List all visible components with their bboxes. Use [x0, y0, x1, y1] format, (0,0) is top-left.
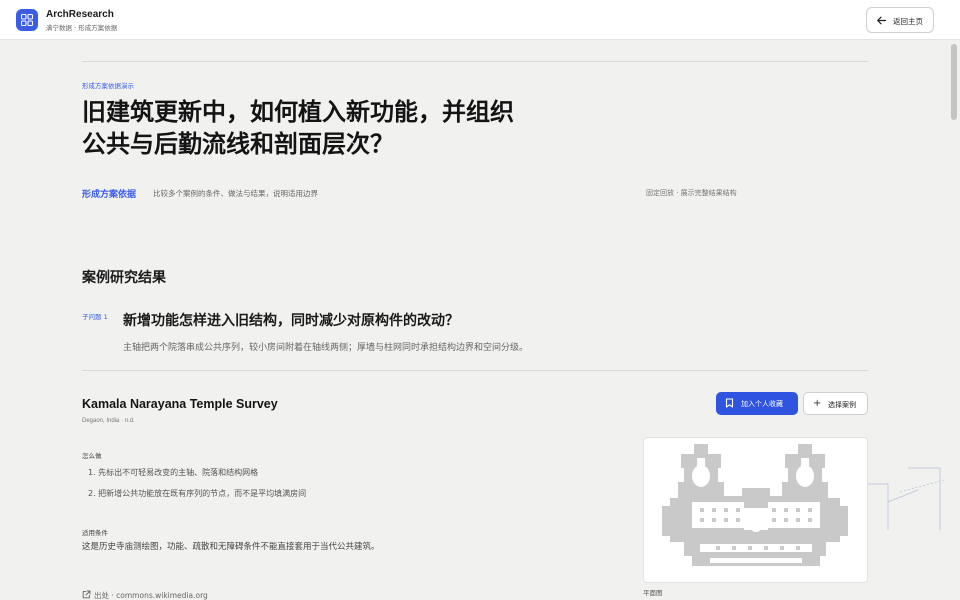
floor-plan-drawing [662, 444, 848, 566]
subquestion-description: 主轴把两个院落串成公共序列，较小房间附着在轴线两侧；厚墙与柱网同时承担结构边界和… [123, 343, 529, 353]
basis-description: 比较多个案例的条件、做法与结果，说明适用边界 [153, 189, 318, 198]
back-home-label: 返回主页 [893, 17, 923, 26]
divider-subquestion [82, 370, 868, 371]
subquestion-title: 新增功能怎样进入旧结构，同时减少对原构件的改动？ [123, 313, 459, 329]
add-to-collection-button[interactable]: 加入个人收藏 [716, 392, 798, 415]
floor-plan-image[interactable] [643, 437, 868, 583]
grid-icon [21, 14, 33, 26]
app-subtitle: 满宁数据 · 形成方案依据 [46, 24, 118, 32]
app-name: ArchResearch [46, 9, 114, 20]
plus-icon: + [813, 398, 822, 409]
page-title: 旧建筑更新中，如何植入新功能，并组织公共与后勤流线和剖面层次？ [82, 98, 514, 158]
basis-label: 形成方案依据 [82, 190, 137, 200]
conditions-label: 适用条件 [82, 529, 108, 537]
case-title: Kamala Narayana Temple Survey [82, 397, 278, 411]
external-link-icon [82, 590, 91, 599]
replay-note: 固定回放 · 展示完整结果结构 [646, 189, 737, 197]
page-scrollbar-track[interactable] [948, 40, 960, 600]
back-home-button[interactable]: 返回主页 [866, 7, 934, 33]
how-label: 怎么做 [82, 452, 102, 460]
top-bar: ArchResearch 满宁数据 · 形成方案依据 返回主页 [0, 0, 960, 40]
app-logo[interactable] [16, 9, 38, 31]
source-label: 出处 · commons.wikimedia.org [94, 591, 208, 600]
subquestion-badge: 子问题 1 [82, 313, 108, 321]
page-kicker: 形成方案依据演示 [82, 82, 134, 90]
select-case-button[interactable]: + 选择案例 [803, 392, 868, 415]
decorative-sketch [868, 467, 945, 530]
case-location: Degaon, India · n.d. [82, 418, 135, 424]
results-heading: 案例研究结果 [82, 270, 166, 286]
plan-caption: 平面图 [643, 589, 663, 597]
page-scrollbar-thumb[interactable] [951, 44, 957, 120]
bookmark-icon [725, 398, 734, 408]
add-to-collection-label: 加入个人收藏 [741, 400, 783, 408]
divider-top [82, 61, 868, 62]
how-item: 1. 先标出不可轻易改变的主轴、院落和结构网格 [88, 468, 259, 477]
conditions-text: 这是历史寺庙测绘图，功能、疏散和无障碍条件不能直接套用于当代公共建筑。 [82, 542, 380, 552]
select-case-label: 选择案例 [828, 401, 856, 409]
how-item: 2. 把新增公共功能放在既有序列的节点，而不是平均填满房间 [88, 489, 307, 498]
arrow-left-icon [877, 16, 887, 25]
